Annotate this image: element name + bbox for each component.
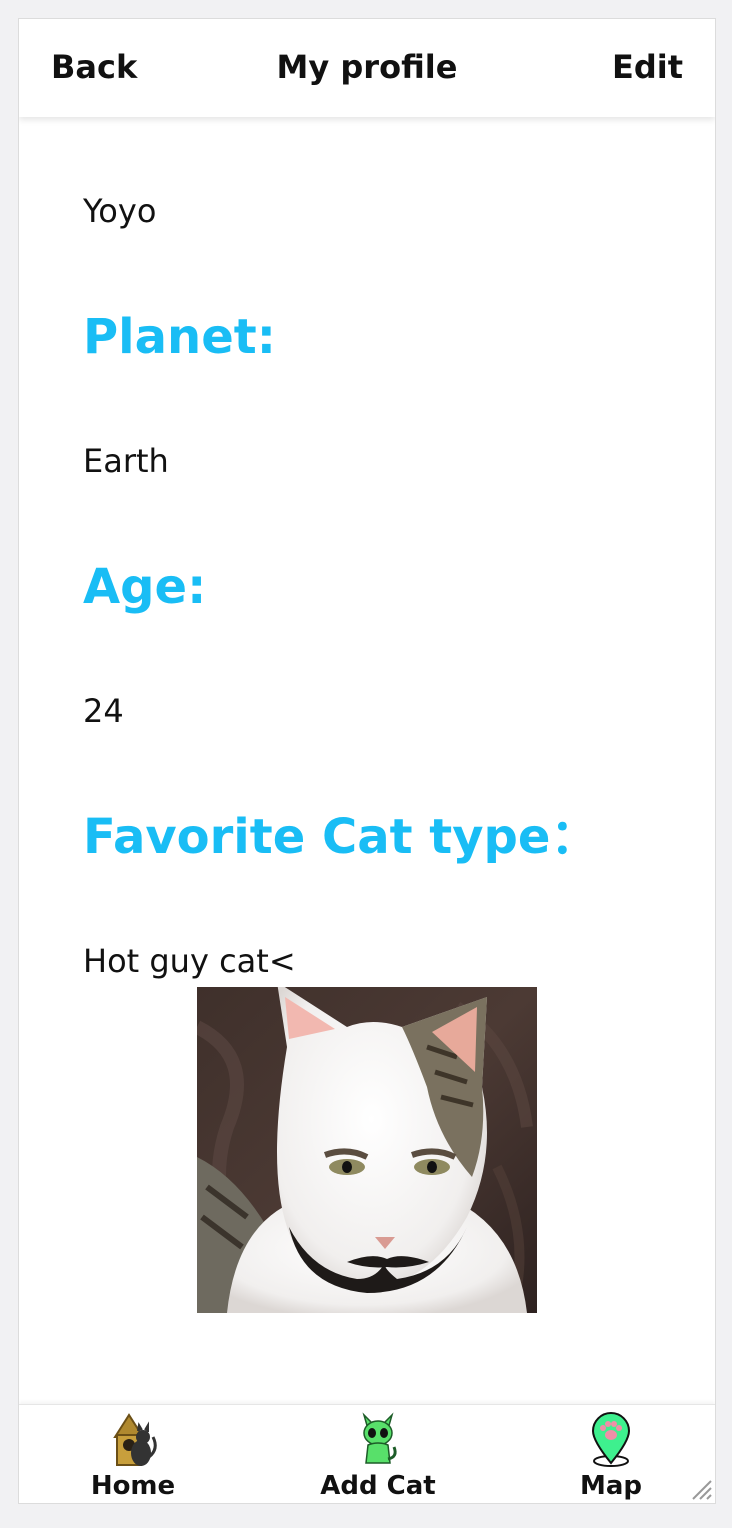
nav-map-label: Map	[579, 1471, 643, 1501]
nav-home[interactable]: Home	[33, 1409, 233, 1501]
age-value: 24	[83, 692, 124, 730]
profile-name: Yoyo	[83, 192, 157, 230]
paw-map-pin-icon	[591, 1412, 631, 1467]
resize-handle-icon[interactable]	[687, 1475, 713, 1501]
age-heading: Age:	[83, 559, 207, 615]
app-screen: Back My profile Edit Yoyo Planet: Earth …	[18, 18, 716, 1504]
alien-cat-icon	[362, 1412, 397, 1464]
page-title: My profile	[276, 48, 458, 86]
favorite-cat-heading: Favorite Cat type：	[83, 809, 599, 865]
planet-value: Earth	[83, 442, 169, 480]
top-bar: Back My profile Edit	[19, 19, 715, 117]
nav-add-cat-label: Add Cat	[320, 1471, 436, 1501]
planet-heading: Planet:	[83, 309, 276, 365]
cat-house-icon	[113, 1413, 157, 1466]
nav-map[interactable]: Map	[511, 1409, 711, 1501]
nav-add-cat[interactable]: Add Cat	[278, 1409, 478, 1501]
favorite-cat-value: Hot guy cat<	[83, 942, 296, 980]
nav-home-label: Home	[90, 1471, 176, 1501]
bottom-navigation: Home Add Cat Map	[19, 1404, 715, 1503]
edit-button[interactable]: Edit	[612, 47, 683, 87]
favorite-cat-photo	[197, 987, 537, 1313]
